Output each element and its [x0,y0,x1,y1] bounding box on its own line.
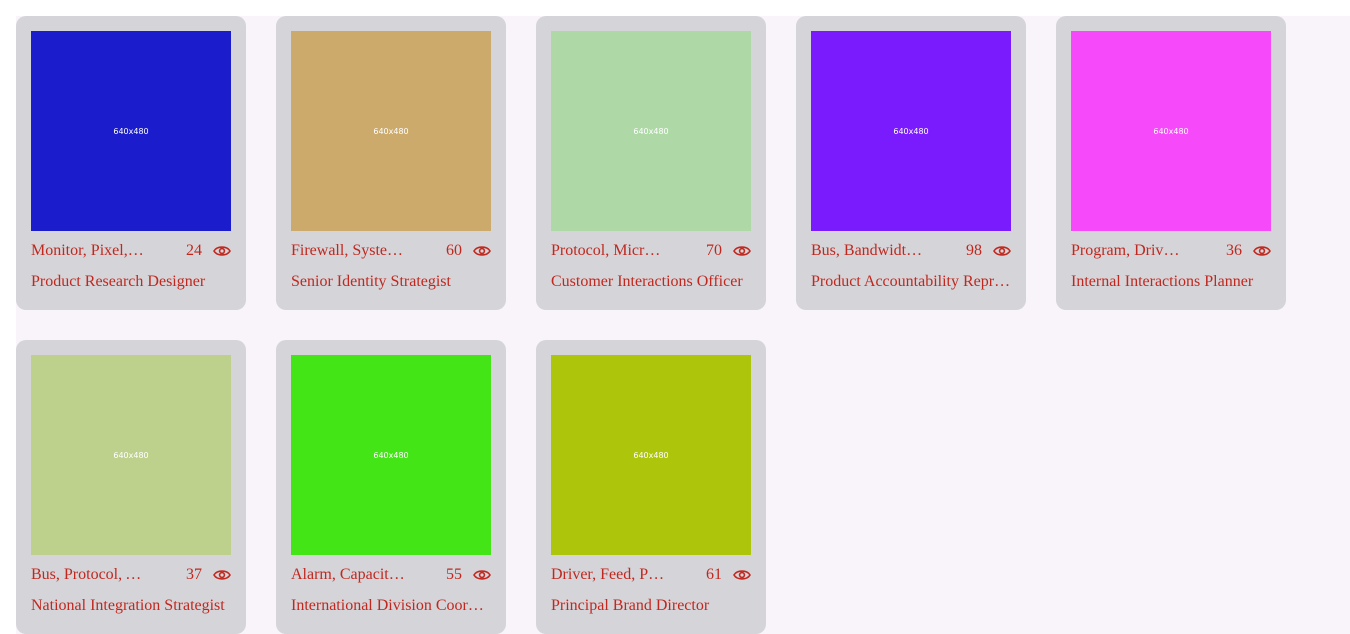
card-tags[interactable]: Bus, Protocol, Array [31,566,146,584]
eye-icon [212,566,231,585]
card-title[interactable]: National Integration Strategist [31,597,231,615]
thumbnail-size-label: 640x480 [893,126,929,136]
view-count: 70 [706,242,722,259]
card-tags[interactable]: Driver, Feed, Panel [551,566,666,584]
card-meta-row: Protocol, Microchip, Feed 70 [551,241,751,261]
card-thumbnail[interactable]: 640x480 [811,31,1011,231]
card-title[interactable]: Customer Interactions Officer [551,273,751,291]
thumbnail-size-label: 640x480 [113,126,149,136]
thumbnail-size-label: 640x480 [373,450,409,460]
card-meta-row: Bus, Protocol, Array 37 [31,565,231,585]
card-thumbnail[interactable]: 640x480 [551,355,751,555]
card-tags[interactable]: Protocol, Microchip, Feed [551,242,666,260]
card-title[interactable]: Principal Brand Director [551,597,751,615]
media-card: 640x480 Firewall, System, Card 60 Senior… [276,16,506,310]
card-thumbnail[interactable]: 640x480 [1071,31,1271,231]
eye-icon [992,242,1011,261]
card-grid: 640x480 Monitor, Pixel, Capacitor 24 Pro… [16,16,1286,634]
card-title[interactable]: Internal Interactions Planner [1071,273,1271,291]
card-tags[interactable]: Program, Driver, Pixel [1071,242,1186,260]
media-card: 640x480 Protocol, Microchip, Feed 70 Cus… [536,16,766,310]
card-tags[interactable]: Bus, Bandwidth, Port [811,242,926,260]
view-count: 37 [186,566,202,583]
eye-icon [212,242,231,261]
eye-icon [1252,242,1271,261]
card-meta-row: Driver, Feed, Panel 61 [551,565,751,585]
eye-icon [472,242,491,261]
card-meta-row: Program, Driver, Pixel 36 [1071,241,1271,261]
thumbnail-size-label: 640x480 [113,450,149,460]
view-count: 55 [446,566,462,583]
eye-icon [732,566,751,585]
card-thumbnail[interactable]: 640x480 [291,31,491,231]
card-title[interactable]: International Division Coordinator [291,597,491,615]
media-card: 640x480 Program, Driver, Pixel 36 Intern… [1056,16,1286,310]
card-title[interactable]: Product Accountability Representative [811,273,1011,291]
media-card: 640x480 Bus, Bandwidth, Port 98 Product … [796,16,1026,310]
card-title[interactable]: Product Research Designer [31,273,231,291]
card-title[interactable]: Senior Identity Strategist [291,273,491,291]
media-card: 640x480 Monitor, Pixel, Capacitor 24 Pro… [16,16,246,310]
thumbnail-size-label: 640x480 [633,450,669,460]
thumbnail-size-label: 640x480 [1153,126,1189,136]
gallery-page: 640x480 Monitor, Pixel, Capacitor 24 Pro… [16,16,1350,634]
card-tags[interactable]: Firewall, System, Card [291,242,406,260]
card-meta-row: Monitor, Pixel, Capacitor 24 [31,241,231,261]
card-thumbnail[interactable]: 640x480 [551,31,751,231]
card-tags[interactable]: Monitor, Pixel, Capacitor [31,242,146,260]
card-meta-row: Bus, Bandwidth, Port 98 [811,241,1011,261]
thumbnail-size-label: 640x480 [373,126,409,136]
card-thumbnail[interactable]: 640x480 [31,355,231,555]
thumbnail-size-label: 640x480 [633,126,669,136]
view-count: 36 [1226,242,1242,259]
card-meta-row: Alarm, Capacitor, Card 55 [291,565,491,585]
media-card: 640x480 Driver, Feed, Panel 61 Principal… [536,340,766,634]
media-card: 640x480 Bus, Protocol, Array 37 National… [16,340,246,634]
view-count: 60 [446,242,462,259]
view-count: 98 [966,242,982,259]
eye-icon [472,566,491,585]
view-count: 61 [706,566,722,583]
card-tags[interactable]: Alarm, Capacitor, Card [291,566,406,584]
eye-icon [732,242,751,261]
card-thumbnail[interactable]: 640x480 [291,355,491,555]
media-card: 640x480 Alarm, Capacitor, Card 55 Intern… [276,340,506,634]
view-count: 24 [186,242,202,259]
card-thumbnail[interactable]: 640x480 [31,31,231,231]
card-meta-row: Firewall, System, Card 60 [291,241,491,261]
